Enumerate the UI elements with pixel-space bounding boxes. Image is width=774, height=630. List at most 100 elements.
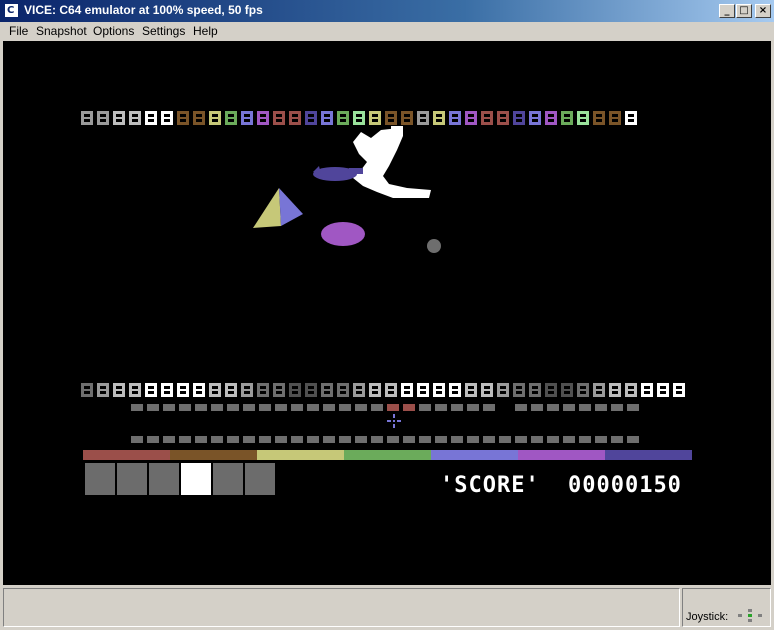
- menu-options[interactable]: Options: [93, 24, 134, 38]
- status-message-panel: [3, 588, 680, 627]
- dragon-icon: [181, 463, 211, 495]
- close-button[interactable]: ×: [755, 4, 771, 18]
- block-tile: [321, 111, 333, 125]
- maximize-button[interactable]: □: [736, 4, 752, 18]
- dash-tile: [483, 436, 495, 443]
- dash-tile: [627, 404, 639, 411]
- bottom-block-row: [81, 383, 689, 397]
- title-bar: C VICE: C64 emulator at 100% speed, 50 f…: [0, 0, 774, 22]
- top-block-row: [81, 111, 641, 125]
- minimize-button[interactable]: _: [719, 4, 735, 18]
- joystick-label: Joystick:: [686, 611, 729, 623]
- window-title: VICE: C64 emulator at 100% speed, 50 fps: [24, 3, 263, 17]
- rainbow-segment: [431, 450, 518, 460]
- icon-selector: [85, 463, 277, 495]
- block-tile: [305, 383, 317, 397]
- rainbow-segment: [83, 450, 170, 460]
- dash-tile: [291, 404, 303, 411]
- block-tile: [321, 383, 333, 397]
- warrior-icon: [117, 463, 147, 495]
- dash-tile: [163, 404, 175, 411]
- block-tile: [337, 383, 349, 397]
- vice-app-icon[interactable]: C: [4, 3, 19, 18]
- block-tile: [113, 383, 125, 397]
- menu-bar: File Snapshot Options Settings Help: [0, 22, 774, 41]
- dash-tile: [227, 436, 239, 443]
- block-tile: [337, 111, 349, 125]
- block-tile: [545, 111, 557, 125]
- dash-tile: [531, 436, 543, 443]
- dash-tile: [547, 404, 559, 411]
- block-tile: [305, 111, 317, 125]
- dash-tile: [499, 436, 511, 443]
- dash-tile: [291, 436, 303, 443]
- block-tile: [193, 111, 205, 125]
- grid-icon: [213, 463, 243, 495]
- block-tile: [609, 383, 621, 397]
- joystick-indicator-icon: [738, 609, 762, 622]
- dash-tile: [595, 436, 607, 443]
- menu-file[interactable]: File: [9, 24, 28, 38]
- dash-tile: [467, 404, 479, 411]
- block-tile: [177, 383, 189, 397]
- dash-tile: [179, 404, 191, 411]
- block-tile: [513, 383, 525, 397]
- dash-tile: [131, 436, 143, 443]
- menu-snapshot[interactable]: Snapshot: [36, 24, 87, 38]
- block-tile: [225, 383, 237, 397]
- dash-tile: [371, 436, 383, 443]
- block-tile: [241, 111, 253, 125]
- block-tile: [657, 383, 669, 397]
- block-tile: [145, 383, 157, 397]
- dash-tile: [339, 436, 351, 443]
- block-tile: [129, 383, 141, 397]
- block-tile: [209, 383, 221, 397]
- dash-tile: [451, 404, 463, 411]
- block-tile: [673, 383, 685, 397]
- dash-tile: [227, 404, 239, 411]
- dash-tile: [579, 404, 591, 411]
- score-display: 'SCORE' 00000150: [440, 473, 682, 498]
- block-tile: [641, 383, 653, 397]
- dash-tile: [611, 436, 623, 443]
- dash-tile: [243, 436, 255, 443]
- dash-tile: [419, 436, 431, 443]
- block-tile: [529, 111, 541, 125]
- grey-ball-sprite: [427, 239, 441, 253]
- dash-tile: [307, 404, 319, 411]
- block-tile: [401, 383, 413, 397]
- menu-settings[interactable]: Settings: [142, 24, 185, 38]
- dash-tile: [531, 404, 543, 411]
- dash-tile: [419, 404, 431, 411]
- block-tile: [417, 383, 429, 397]
- block-tile: [273, 383, 285, 397]
- c64-screen[interactable]: 'SCORE' 00000150: [3, 41, 771, 585]
- block-tile: [353, 383, 365, 397]
- block-tile: [257, 383, 269, 397]
- dash-tile: [147, 436, 159, 443]
- dash-tile: [163, 436, 175, 443]
- block-tile: [449, 383, 461, 397]
- block-tile: [161, 383, 173, 397]
- crosshair-cursor: [387, 414, 401, 428]
- block-tile: [497, 111, 509, 125]
- block-tile: [97, 111, 109, 125]
- menu-help[interactable]: Help: [193, 24, 218, 38]
- dash-row-upper: [131, 404, 643, 411]
- block-tile: [385, 111, 397, 125]
- rainbow-segment: [257, 450, 344, 460]
- rainbow-segment: [518, 450, 605, 460]
- block-tile: [369, 383, 381, 397]
- dash-tile: [403, 436, 415, 443]
- block-tile: [225, 111, 237, 125]
- dash-tile: [355, 436, 367, 443]
- block-tile: [113, 111, 125, 125]
- dash-tile: [611, 404, 623, 411]
- dash-tile: [387, 436, 399, 443]
- block-tile: [465, 111, 477, 125]
- dash-tile: [451, 436, 463, 443]
- dash-tile: [627, 436, 639, 443]
- block-tile: [81, 383, 93, 397]
- dash-tile: [499, 404, 511, 411]
- block-tile: [609, 111, 621, 125]
